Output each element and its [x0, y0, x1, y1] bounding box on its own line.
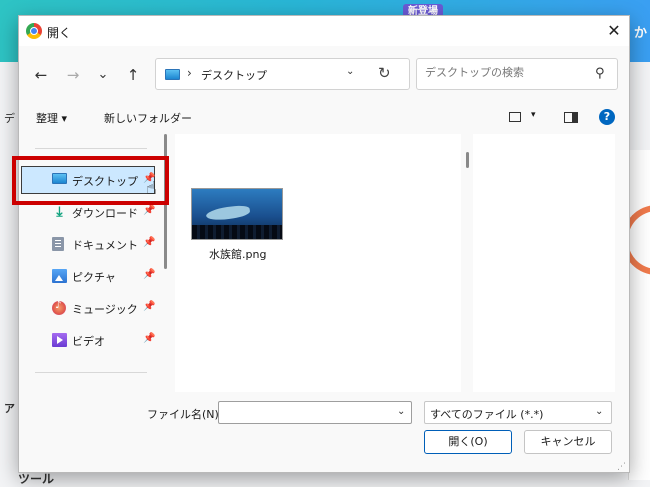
- search-input[interactable]: [425, 66, 585, 79]
- hand-cursor-icon: ☝: [146, 178, 157, 199]
- sidebar-item-label: ダウンロード: [72, 207, 138, 220]
- close-button[interactable]: ✕: [603, 20, 625, 42]
- filename-dropdown-icon[interactable]: ⌄: [397, 406, 405, 417]
- address-bar[interactable]: › デスクトップ ⌄ ↻: [155, 58, 410, 90]
- organize-button[interactable]: 整理 ▾: [36, 110, 67, 126]
- sidebar-item-label: ミュージック: [72, 303, 138, 316]
- file-thumbnail[interactable]: [191, 188, 283, 240]
- filename-label: ファイル名(N):: [147, 408, 223, 421]
- back-button[interactable]: ←: [31, 65, 51, 85]
- sidebar-item-label: ドキュメント: [72, 239, 138, 252]
- pin-icon: 📌: [143, 269, 156, 280]
- crowd-silhouette: [192, 225, 282, 239]
- document-icon: [52, 237, 64, 251]
- filetype-select[interactable]: すべてのファイル (*.*) ⌄: [424, 401, 612, 424]
- download-icon: ⤓: [56, 204, 63, 220]
- sidebar-item-pictures[interactable]: ピクチャ 📌: [19, 262, 159, 290]
- open-file-dialog: 開く ✕ ← → ⌄ ↑ › デスクトップ ⌄ ↻ ⚲ 整理 ▾ 新しいフォルダ…: [12, 15, 630, 473]
- dialog-title: 開く: [47, 26, 72, 40]
- pin-icon: 📌: [143, 205, 156, 216]
- view-dropdown-icon[interactable]: ▾: [531, 110, 536, 120]
- sidebar-item-videos[interactable]: ビデオ 📌: [19, 326, 159, 354]
- file-name[interactable]: 水族館.png: [209, 246, 266, 262]
- sidebar-item-label: ピクチャ: [72, 271, 116, 284]
- new-folder-button[interactable]: 新しいフォルダー: [104, 110, 192, 126]
- filetype-value: すべてのファイル (*.*): [430, 408, 544, 421]
- search-box[interactable]: ⚲: [416, 58, 618, 90]
- refresh-icon[interactable]: ↻: [378, 64, 391, 82]
- navigation-bar: ← → ⌄ ↑ › デスクトップ ⌄ ↻ ⚲: [19, 46, 629, 102]
- command-bar: 整理 ▾ 新しいフォルダー ▾ ?: [19, 102, 629, 134]
- filename-input[interactable]: [223, 405, 383, 418]
- file-list: 水族館.png: [175, 134, 615, 392]
- filename-combobox[interactable]: ⌄: [218, 401, 412, 424]
- view-icon[interactable]: [509, 112, 521, 122]
- background-sidebar-text-2: ア: [4, 402, 15, 415]
- breadcrumb-desktop[interactable]: デスクトップ: [201, 67, 267, 83]
- pin-icon: 📌: [143, 301, 156, 312]
- address-dropdown-icon[interactable]: ⌄: [346, 66, 354, 77]
- background-sidebar-text-1: デ: [4, 112, 15, 125]
- sidebar-item-music[interactable]: ミュージック 📌: [19, 294, 159, 322]
- nav-divider: [35, 148, 147, 149]
- sidebar-item-label: ビデオ: [72, 335, 105, 348]
- filetype-dropdown-icon[interactable]: ⌄: [595, 406, 603, 417]
- scrollbar-thumb[interactable]: [466, 152, 469, 168]
- nav-divider: [35, 372, 147, 373]
- search-icon[interactable]: ⚲: [595, 66, 605, 81]
- help-icon[interactable]: ?: [599, 109, 615, 125]
- picture-icon: [52, 269, 67, 283]
- video-icon: [52, 333, 67, 347]
- whale-shark-image: [205, 203, 251, 223]
- sidebar-item-documents[interactable]: ドキュメント 📌: [19, 230, 159, 258]
- up-button[interactable]: ↑: [123, 65, 143, 85]
- music-icon: [52, 300, 66, 315]
- preview-pane-icon[interactable]: [564, 112, 578, 123]
- pin-icon: 📌: [143, 333, 156, 344]
- open-button[interactable]: 開く(O): [424, 430, 512, 454]
- background-panel: [628, 150, 650, 480]
- breadcrumb-separator: ›: [187, 66, 192, 80]
- forward-button[interactable]: →: [63, 65, 83, 85]
- chrome-icon: [26, 23, 42, 39]
- cancel-button[interactable]: キャンセル: [524, 430, 612, 454]
- desktop-icon: [165, 69, 180, 80]
- pin-icon: 📌: [143, 237, 156, 248]
- resize-grip-icon[interactable]: ⋰: [617, 462, 626, 472]
- content-scrollbar[interactable]: [461, 134, 473, 392]
- dialog-titlebar[interactable]: 開く ✕: [19, 16, 629, 46]
- background-header-text: か: [634, 26, 648, 41]
- recent-locations-button[interactable]: ⌄: [93, 65, 113, 85]
